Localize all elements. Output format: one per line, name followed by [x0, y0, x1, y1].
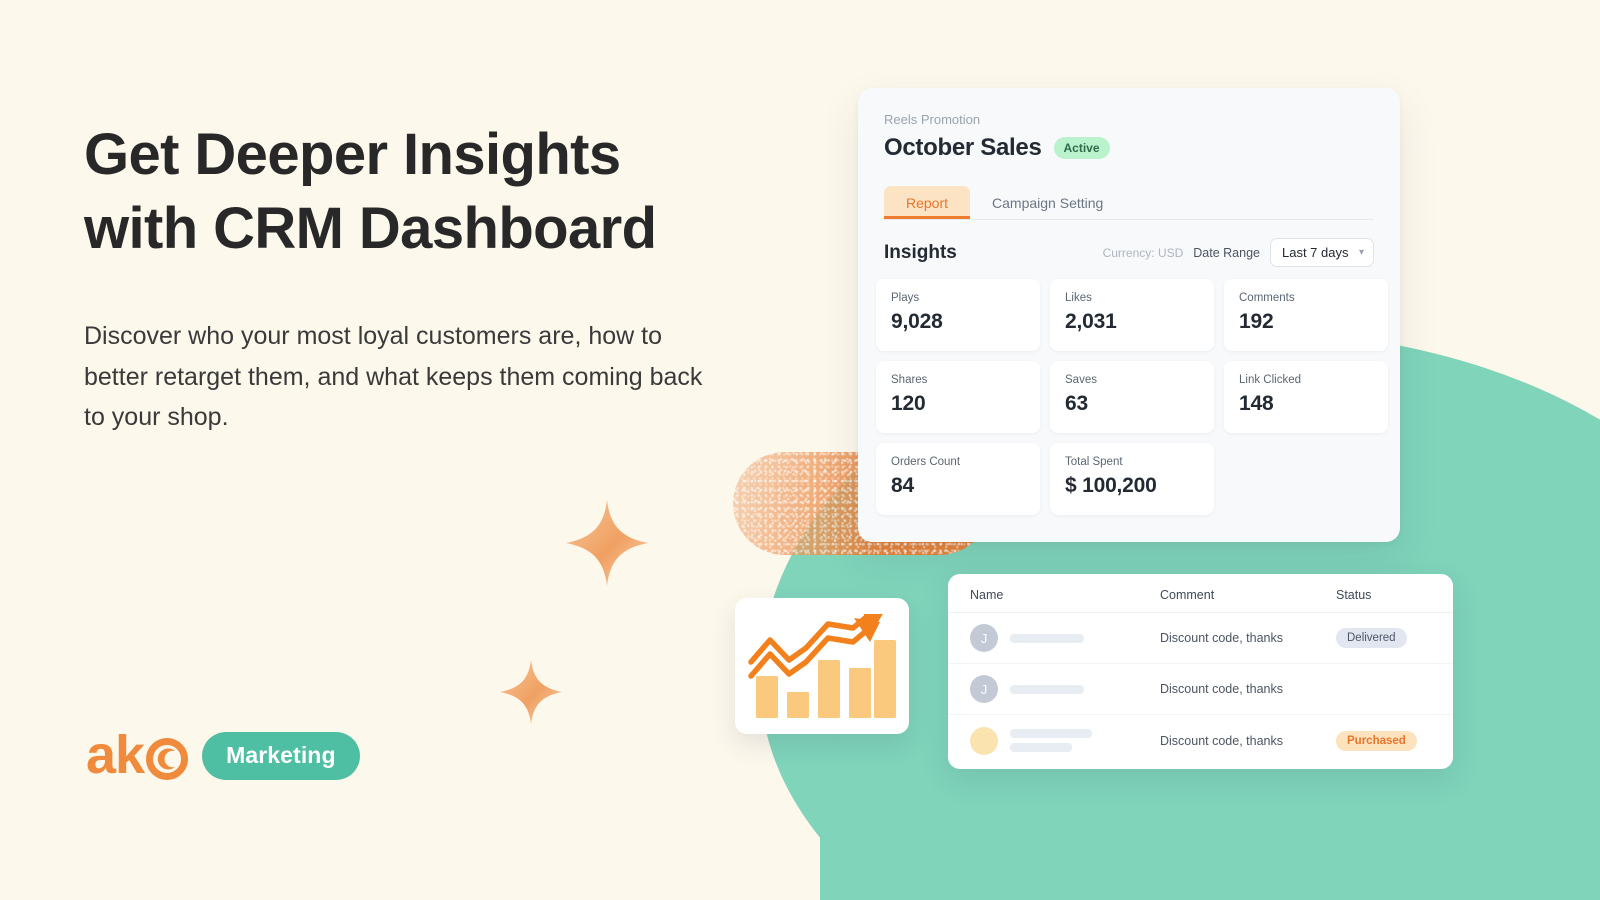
comment-cell: Discount code, thanks	[1160, 733, 1283, 748]
metric-card-total-spent[interactable]: Total Spent $ 100,200	[1050, 443, 1214, 515]
metric-value: 2,031	[1065, 310, 1117, 333]
metric-label: Shares	[891, 374, 928, 386]
comment-cell: Discount code, thanks	[1160, 631, 1283, 645]
table-row[interactable]: Discount code, thanks Purchased	[948, 715, 1453, 766]
status-badge: Delivered	[1336, 628, 1407, 648]
avatar: J	[970, 675, 998, 703]
logo-marketing-pill: Marketing	[202, 731, 360, 780]
metric-card-plays[interactable]: Plays 9,028	[876, 279, 1040, 351]
campaign-title-row: October Sales Active	[884, 134, 1374, 162]
column-header-status: Status	[1336, 588, 1372, 602]
date-range-value: Last 7 days	[1282, 245, 1349, 260]
tab-campaign-setting[interactable]: Campaign Setting	[970, 186, 1125, 219]
date-range-select[interactable]: Last 7 days ▾	[1270, 238, 1374, 267]
metric-card-saves[interactable]: Saves 63	[1050, 361, 1214, 433]
status-badge: Active	[1053, 137, 1110, 159]
metric-label: Saves	[1065, 374, 1097, 386]
redacted-bar	[1010, 633, 1084, 643]
redacted-bar	[1010, 684, 1084, 694]
column-header-comment: Comment	[1160, 588, 1215, 602]
metric-card-shares[interactable]: Shares 120	[876, 361, 1040, 433]
crm-dashboard-card: Reels Promotion October Sales Active Rep…	[858, 88, 1400, 542]
name-cell: J	[970, 675, 1160, 703]
insights-heading: Insights	[884, 241, 957, 263]
insights-controls: Currency: USD Date Range Last 7 days ▾	[1103, 238, 1374, 267]
table-header-row: Name Comment Status	[948, 574, 1453, 613]
redacted-bar	[1010, 743, 1072, 752]
metric-label: Comments	[1239, 292, 1295, 304]
metric-card-likes[interactable]: Likes 2,031	[1050, 279, 1214, 351]
metric-value: $ 100,200	[1065, 474, 1157, 497]
metric-value: 120	[891, 392, 926, 415]
redacted-bar	[1010, 729, 1092, 738]
bar-chart-icon	[748, 614, 896, 718]
status-badge: Purchased	[1336, 730, 1417, 751]
metric-label: Total Spent	[1065, 456, 1123, 468]
currency-label: Currency: USD	[1102, 245, 1184, 260]
logo-wordmark-text: ak	[86, 725, 145, 785]
status-cell: Delivered	[1336, 628, 1431, 648]
hero-copy: Get Deeper Insights with CRM Dashboard D…	[84, 118, 724, 438]
chevron-down-icon: ▾	[1358, 246, 1364, 258]
headline-line-2: with CRM Dashboard	[84, 196, 657, 262]
metric-value: 63	[1065, 392, 1088, 415]
metric-card-comments[interactable]: Comments 192	[1224, 279, 1388, 351]
metric-card-orders-count[interactable]: Orders Count 84	[876, 443, 1040, 515]
tab-report[interactable]: Report	[884, 186, 971, 219]
metric-card-link-clicked[interactable]: Link Clicked 148	[1224, 361, 1388, 433]
date-range-label: Date Range	[1193, 245, 1260, 260]
metric-value: 84	[891, 474, 914, 497]
table-row[interactable]: J Discount code, thanks	[948, 664, 1453, 715]
campaign-title: October Sales	[884, 134, 1042, 161]
headline-line-1: Get Deeper Insights	[84, 122, 621, 187]
redacted-name	[1010, 633, 1084, 643]
column-header-name: Name	[970, 588, 1004, 602]
metric-label: Plays	[891, 292, 920, 304]
growth-chart-card	[735, 598, 909, 734]
dashboard-tabs: Report Campaign Setting	[884, 186, 1374, 220]
name-cell	[970, 726, 1160, 755]
comments-table-card: Name Comment Status J Discount code, tha…	[948, 574, 1453, 769]
metric-label: Likes	[1065, 292, 1092, 304]
metric-label: Orders Count	[891, 456, 961, 468]
insights-toolbar: Insights Currency: USD Date Range Last 7…	[858, 220, 1400, 271]
logo-wordmark: ak	[86, 725, 189, 785]
redacted-name	[1010, 684, 1084, 694]
breadcrumb: Reels Promotion	[884, 112, 981, 127]
status-cell: Purchased	[1336, 730, 1431, 751]
avatar	[970, 726, 998, 755]
sparkle-icon	[500, 660, 562, 724]
metric-value: 9,028	[891, 310, 943, 333]
sparkle-icon	[566, 500, 648, 586]
metric-value: 148	[1239, 392, 1274, 415]
metrics-grid: Plays 9,028 Likes 2,031 Comments 192 Sha…	[858, 271, 1400, 529]
brand-logo[interactable]: ak Marketing	[86, 725, 360, 785]
metric-value: 192	[1239, 310, 1274, 333]
page-title: Get Deeper Insights with CRM Dashboard	[84, 118, 724, 266]
name-cell: J	[970, 624, 1160, 652]
metric-label: Link Clicked	[1239, 374, 1301, 386]
metric-card-empty-slot	[1224, 443, 1388, 515]
avatar: J	[970, 624, 998, 652]
ako-eye-icon	[146, 738, 189, 781]
table-row[interactable]: J Discount code, thanks Delivered	[948, 613, 1453, 664]
dashboard-header: Reels Promotion October Sales Active Rep…	[858, 88, 1400, 220]
comment-cell: Discount code, thanks	[1160, 682, 1283, 696]
redacted-name	[1010, 729, 1092, 752]
hero-subcopy: Discover who your most loyal customers a…	[84, 322, 703, 432]
